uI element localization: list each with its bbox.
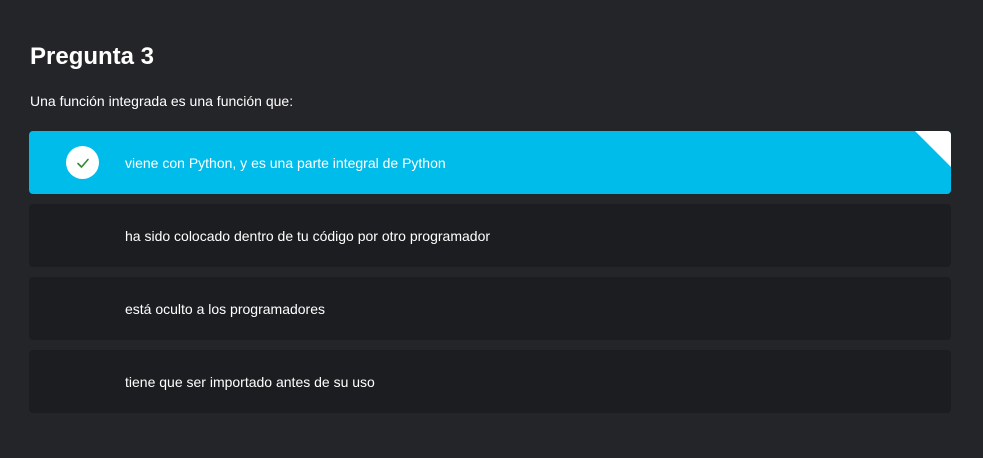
answer-options: viene con Python, y es una parte integra… xyxy=(29,131,951,423)
answer-option-3[interactable]: está oculto a los programadores xyxy=(29,277,951,340)
answer-option-label: está oculto a los programadores xyxy=(125,300,325,317)
corner-fold-icon xyxy=(915,131,951,167)
question-panel: Pregunta 3 Una función integrada es una … xyxy=(0,0,983,458)
answer-option-label: tiene que ser importado antes de su uso xyxy=(125,373,375,390)
answer-option-1[interactable]: viene con Python, y es una parte integra… xyxy=(29,131,951,194)
answer-option-4[interactable]: tiene que ser importado antes de su uso xyxy=(29,350,951,413)
checkmark-icon xyxy=(66,146,99,179)
answer-option-label: ha sido colocado dentro de tu código por… xyxy=(125,227,491,244)
question-title: Pregunta 3 xyxy=(30,43,155,70)
answer-option-label: viene con Python, y es una parte integra… xyxy=(125,154,446,171)
answer-option-2[interactable]: ha sido colocado dentro de tu código por… xyxy=(29,204,951,267)
question-prompt: Una función integrada es una función que… xyxy=(30,93,294,109)
